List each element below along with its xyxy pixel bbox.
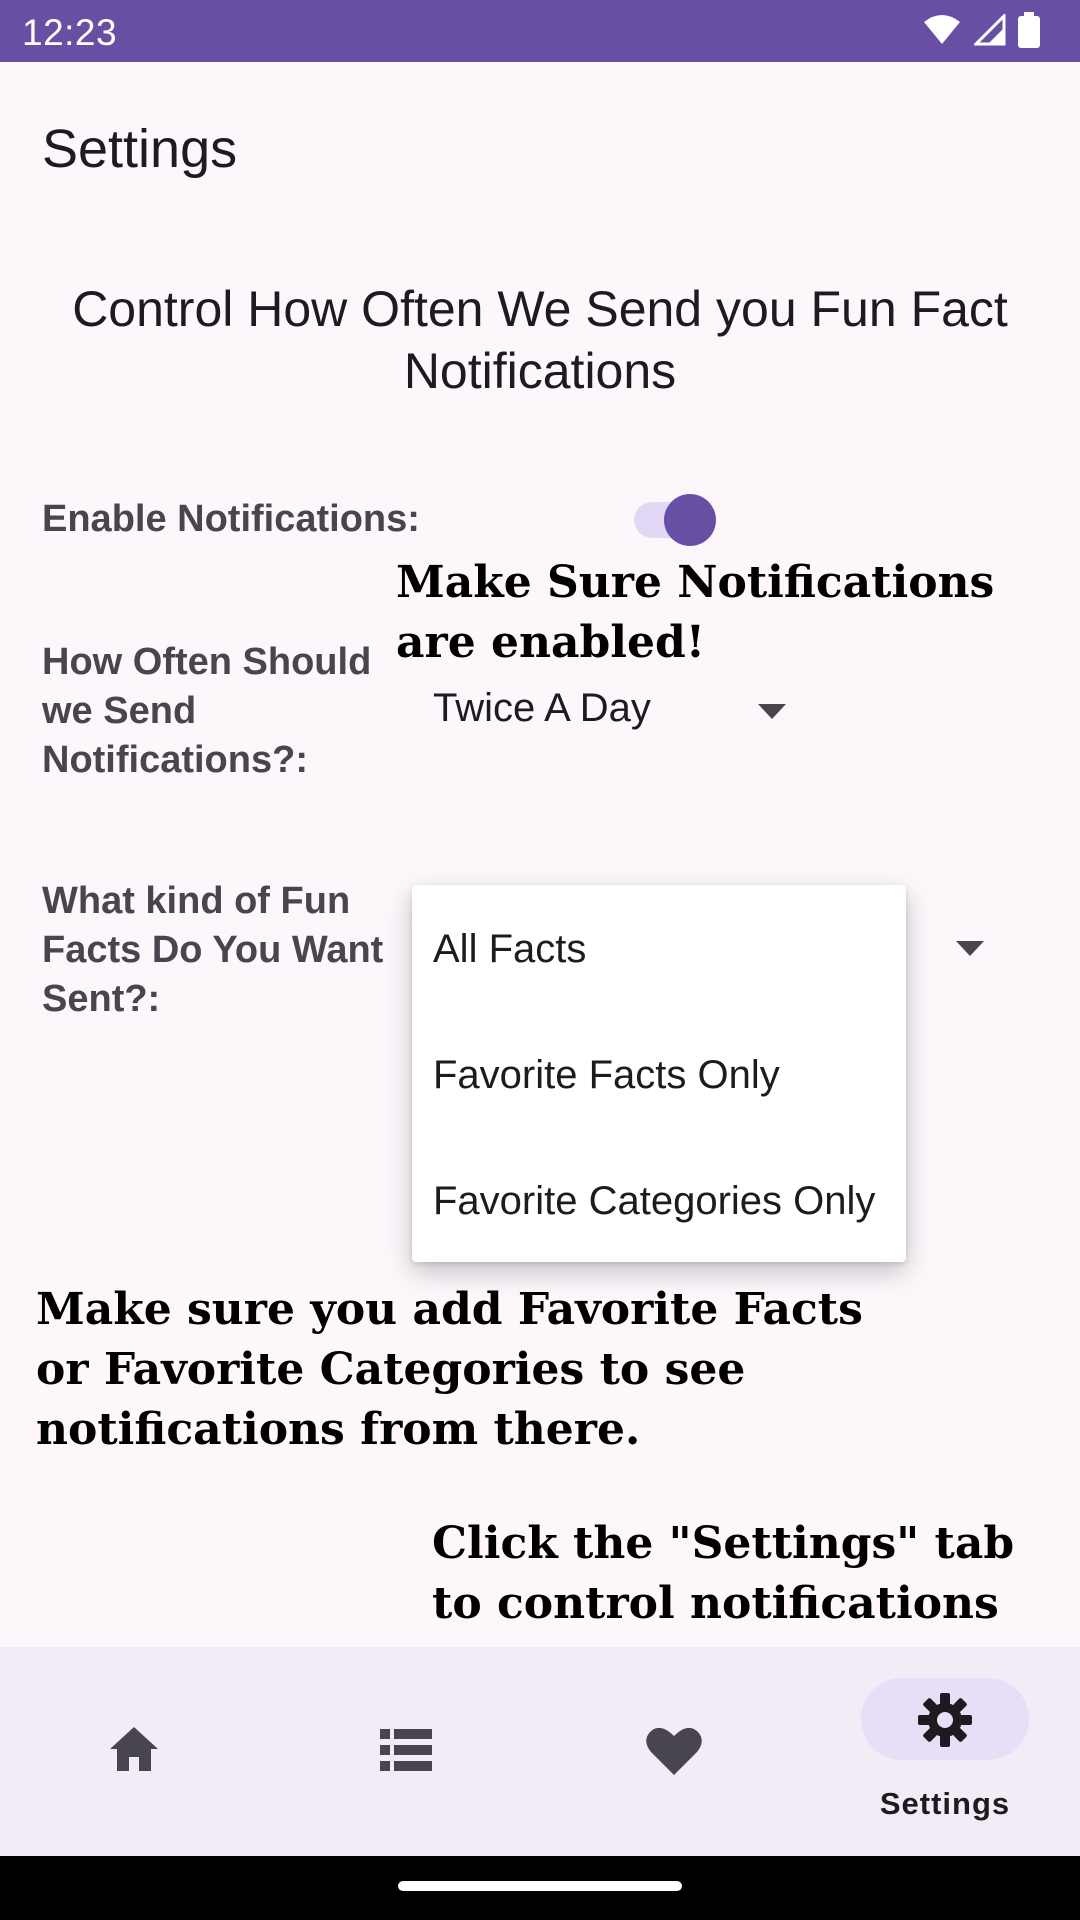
frequency-label: How Often Should we Send Notifications?: bbox=[42, 641, 372, 781]
bottom-navigation bbox=[0, 1647, 1080, 1856]
dropdown-option-favorite-categories[interactable]: Favorite Categories Only bbox=[433, 1179, 875, 1224]
signal-icon bbox=[974, 14, 1006, 46]
status-time: 12:23 bbox=[22, 12, 118, 53]
nav-settings[interactable] bbox=[810, 1647, 1080, 1856]
status-icons bbox=[922, 12, 1040, 48]
chevron-down-icon bbox=[956, 941, 984, 956]
home-icon bbox=[110, 1727, 158, 1771]
battery-icon bbox=[1018, 12, 1040, 48]
list-icon bbox=[380, 1729, 432, 1771]
settings-tab-note: Click the "Settings" tab to control noti… bbox=[432, 1518, 1015, 1629]
fact-kind-spinner[interactable] bbox=[906, 900, 1006, 990]
dropdown-option-favorite-facts[interactable]: Favorite Facts Only bbox=[433, 1053, 780, 1098]
frequency-selected: Twice A Day bbox=[433, 686, 651, 730]
enable-notifications-label: Enable Notifications: bbox=[42, 498, 420, 540]
switch-thumb bbox=[664, 494, 716, 546]
gear-icon bbox=[918, 1693, 972, 1747]
fact-kind-dropdown: All Facts Favorite Facts Only Favorite C… bbox=[412, 885, 906, 1262]
nav-favorites[interactable] bbox=[540, 1647, 810, 1856]
frequency-spinner[interactable]: Twice A Day bbox=[412, 660, 812, 760]
chevron-down-icon bbox=[758, 704, 786, 719]
page-title: Settings bbox=[42, 119, 238, 179]
dropdown-option-all-facts[interactable]: All Facts bbox=[433, 927, 586, 972]
enable-notifications-switch[interactable] bbox=[634, 494, 718, 546]
wifi-icon bbox=[924, 15, 960, 44]
nav-settings-label[interactable]: Settings bbox=[810, 1786, 1080, 1822]
status-bar: 12:23 bbox=[0, 0, 1080, 62]
favorites-note: Make sure you add Favorite Facts or Favo… bbox=[36, 1284, 863, 1455]
nav-home[interactable] bbox=[0, 1647, 270, 1856]
nav-list[interactable] bbox=[270, 1647, 540, 1856]
heart-icon bbox=[646, 1727, 702, 1775]
fact-kind-label: What kind of Fun Facts Do You Want Sent?… bbox=[42, 880, 384, 1020]
gesture-handle[interactable] bbox=[398, 1881, 682, 1891]
settings-heading: Control How Often We Send you Fun Fact N… bbox=[72, 281, 1008, 399]
notifications-callout: Make Sure Notifications are enabled! bbox=[396, 557, 995, 668]
